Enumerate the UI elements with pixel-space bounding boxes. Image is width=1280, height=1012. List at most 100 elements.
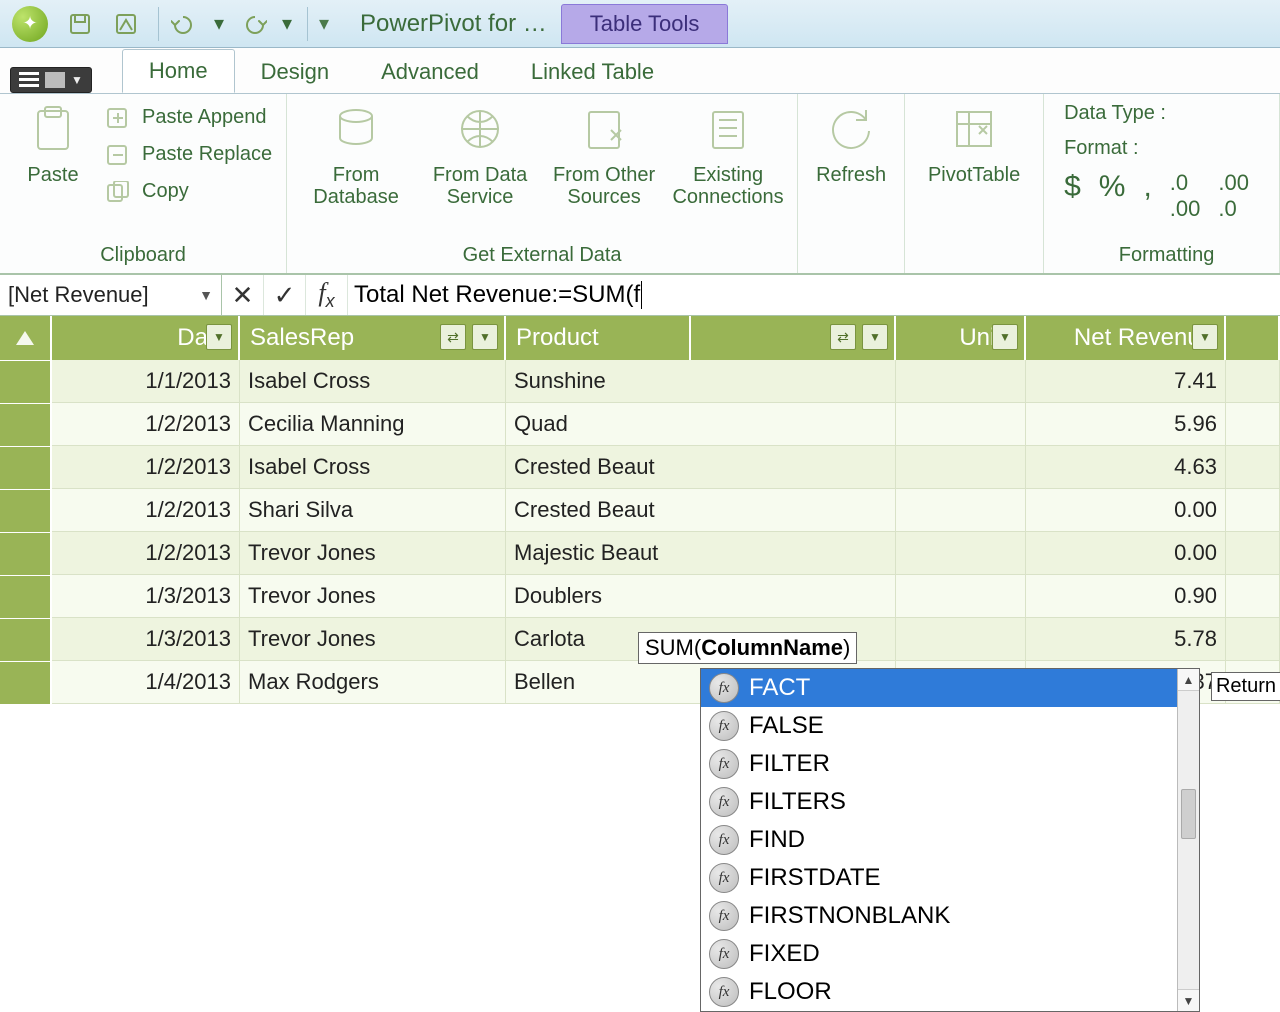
- cell-product[interactable]: Doublers: [506, 575, 691, 618]
- autocomplete-item[interactable]: fxFLOOR: [701, 973, 1199, 1011]
- redo-dropdown-icon[interactable]: ▾: [279, 6, 295, 42]
- cell-hidden[interactable]: [691, 575, 896, 618]
- cell-salesrep[interactable]: Trevor Jones: [240, 575, 506, 618]
- cell-product[interactable]: Crested Beaut: [506, 489, 691, 532]
- cell-add[interactable]: [1226, 489, 1280, 532]
- qat-save-icon-2[interactable]: [106, 6, 146, 42]
- row-header[interactable]: [0, 575, 52, 618]
- cell-units[interactable]: [896, 618, 1026, 661]
- autocomplete-item[interactable]: fxFILTERS: [701, 783, 1199, 821]
- tab-home[interactable]: Home: [122, 49, 235, 93]
- cell-product[interactable]: Majestic Beaut: [506, 532, 691, 575]
- cell-net-revenue[interactable]: 5.78: [1026, 618, 1226, 661]
- relationship-icon[interactable]: ⇄: [830, 324, 856, 350]
- redo-icon[interactable]: [233, 6, 273, 42]
- cell-add[interactable]: [1226, 360, 1280, 403]
- cell-hidden[interactable]: [691, 532, 896, 575]
- autocomplete-item[interactable]: fxFIRSTDATE: [701, 859, 1199, 897]
- cell-date[interactable]: 1/4/2013: [52, 661, 240, 704]
- cell-hidden[interactable]: [691, 489, 896, 532]
- decrease-decimal-button[interactable]: .00.0: [1218, 170, 1249, 222]
- autocomplete-item[interactable]: fxFACT: [701, 669, 1199, 707]
- cell-product[interactable]: Bellen: [506, 661, 691, 704]
- autocomplete-item[interactable]: fxFIXED: [701, 935, 1199, 973]
- view-switcher[interactable]: ▼: [10, 67, 92, 93]
- row-header[interactable]: [0, 360, 52, 403]
- cell-units[interactable]: [896, 532, 1026, 575]
- cell-units[interactable]: [896, 575, 1026, 618]
- filter-icon[interactable]: ▼: [992, 324, 1018, 350]
- filter-icon[interactable]: ▼: [1192, 324, 1218, 350]
- cell-salesrep[interactable]: Cecilia Manning: [240, 403, 506, 446]
- paste-replace-button[interactable]: Paste Replace: [102, 141, 276, 168]
- tab-linked-table[interactable]: Linked Table: [505, 51, 680, 93]
- autocomplete-item[interactable]: fxFILTER: [701, 745, 1199, 783]
- relationship-icon[interactable]: ⇄: [440, 324, 466, 350]
- cell-date[interactable]: 1/2/2013: [52, 532, 240, 575]
- from-database-button[interactable]: From Database: [297, 98, 415, 208]
- from-data-service-button[interactable]: From Data Service: [421, 98, 539, 208]
- cell-units[interactable]: [896, 403, 1026, 446]
- cell-date[interactable]: 1/3/2013: [52, 618, 240, 661]
- from-other-sources-button[interactable]: From Other Sources: [545, 98, 663, 208]
- row-header[interactable]: [0, 661, 52, 704]
- undo-dropdown-icon[interactable]: ▾: [211, 6, 227, 42]
- cell-net-revenue[interactable]: 0.00: [1026, 532, 1226, 575]
- cell-net-revenue[interactable]: 7.41: [1026, 360, 1226, 403]
- refresh-button[interactable]: Refresh: [808, 98, 894, 186]
- cell-salesrep[interactable]: Shari Silva: [240, 489, 506, 532]
- cell-date[interactable]: 1/1/2013: [52, 360, 240, 403]
- paste-button[interactable]: Paste: [10, 98, 96, 186]
- cell-units[interactable]: [896, 489, 1026, 532]
- cell-salesrep[interactable]: Trevor Jones: [240, 618, 506, 661]
- column-header-product[interactable]: Product: [506, 316, 691, 360]
- cancel-formula-button[interactable]: ✕: [222, 275, 264, 315]
- formula-input[interactable]: Total Net Revenue:=SUM(f: [348, 275, 1280, 315]
- table-row[interactable]: 1/2/2013Isabel CrossCrested Beaut4.63: [0, 446, 1280, 489]
- copy-button[interactable]: Copy: [102, 178, 276, 205]
- existing-connections-button[interactable]: Existing Connections: [669, 98, 787, 208]
- comma-format-button[interactable]: ,: [1143, 170, 1151, 222]
- autocomplete-item[interactable]: fxFIRSTNONBLANK: [701, 897, 1199, 935]
- cell-product[interactable]: Crested Beaut: [506, 446, 691, 489]
- column-header-units[interactable]: Units▼: [896, 316, 1026, 360]
- cell-salesrep[interactable]: Isabel Cross: [240, 446, 506, 489]
- qat-customize-icon[interactable]: ▾: [314, 6, 334, 42]
- filter-icon[interactable]: ▼: [862, 324, 888, 350]
- cell-net-revenue[interactable]: 4.63: [1026, 446, 1226, 489]
- cell-add[interactable]: [1226, 575, 1280, 618]
- table-row[interactable]: 1/2/2013Trevor JonesMajestic Beaut0.00: [0, 532, 1280, 575]
- accept-formula-button[interactable]: ✓: [264, 275, 306, 315]
- scroll-down-icon[interactable]: ▼: [1178, 989, 1199, 1011]
- cell-net-revenue[interactable]: 0.90: [1026, 575, 1226, 618]
- cell-hidden[interactable]: [691, 360, 896, 403]
- cell-product[interactable]: Sunshine: [506, 360, 691, 403]
- scroll-up-icon[interactable]: ▲: [1178, 669, 1199, 691]
- pivottable-button[interactable]: PivotTable: [915, 98, 1033, 186]
- cell-date[interactable]: 1/3/2013: [52, 575, 240, 618]
- column-header-hidden[interactable]: ⇄▼: [691, 316, 896, 360]
- cell-salesrep[interactable]: Max Rodgers: [240, 661, 506, 704]
- column-header-salesrep[interactable]: SalesRep⇄▼: [240, 316, 506, 360]
- cell-hidden[interactable]: [691, 403, 896, 446]
- currency-format-button[interactable]: $: [1064, 170, 1081, 222]
- row-header[interactable]: [0, 618, 52, 661]
- percent-format-button[interactable]: %: [1099, 170, 1126, 222]
- autocomplete-item[interactable]: fxFALSE: [701, 707, 1199, 745]
- app-orb-icon[interactable]: ✦: [12, 6, 48, 42]
- autocomplete-item[interactable]: fxFIND: [701, 821, 1199, 859]
- cell-salesrep[interactable]: Isabel Cross: [240, 360, 506, 403]
- fx-button[interactable]: fx: [306, 275, 348, 315]
- name-box[interactable]: [Net Revenue] ▼: [0, 275, 222, 315]
- scroll-thumb[interactable]: [1181, 789, 1196, 839]
- undo-icon[interactable]: [165, 6, 205, 42]
- cell-add[interactable]: [1226, 618, 1280, 661]
- add-column-header[interactable]: [1226, 316, 1280, 360]
- cell-hidden[interactable]: [691, 446, 896, 489]
- name-box-dropdown-icon[interactable]: ▼: [199, 287, 213, 303]
- cell-date[interactable]: 1/2/2013: [52, 403, 240, 446]
- filter-icon[interactable]: ▼: [472, 324, 498, 350]
- column-header-date[interactable]: Date▼: [52, 316, 240, 360]
- autocomplete-scrollbar[interactable]: ▲ ▼: [1177, 669, 1199, 1011]
- table-row[interactable]: 1/2/2013Shari SilvaCrested Beaut0.00: [0, 489, 1280, 532]
